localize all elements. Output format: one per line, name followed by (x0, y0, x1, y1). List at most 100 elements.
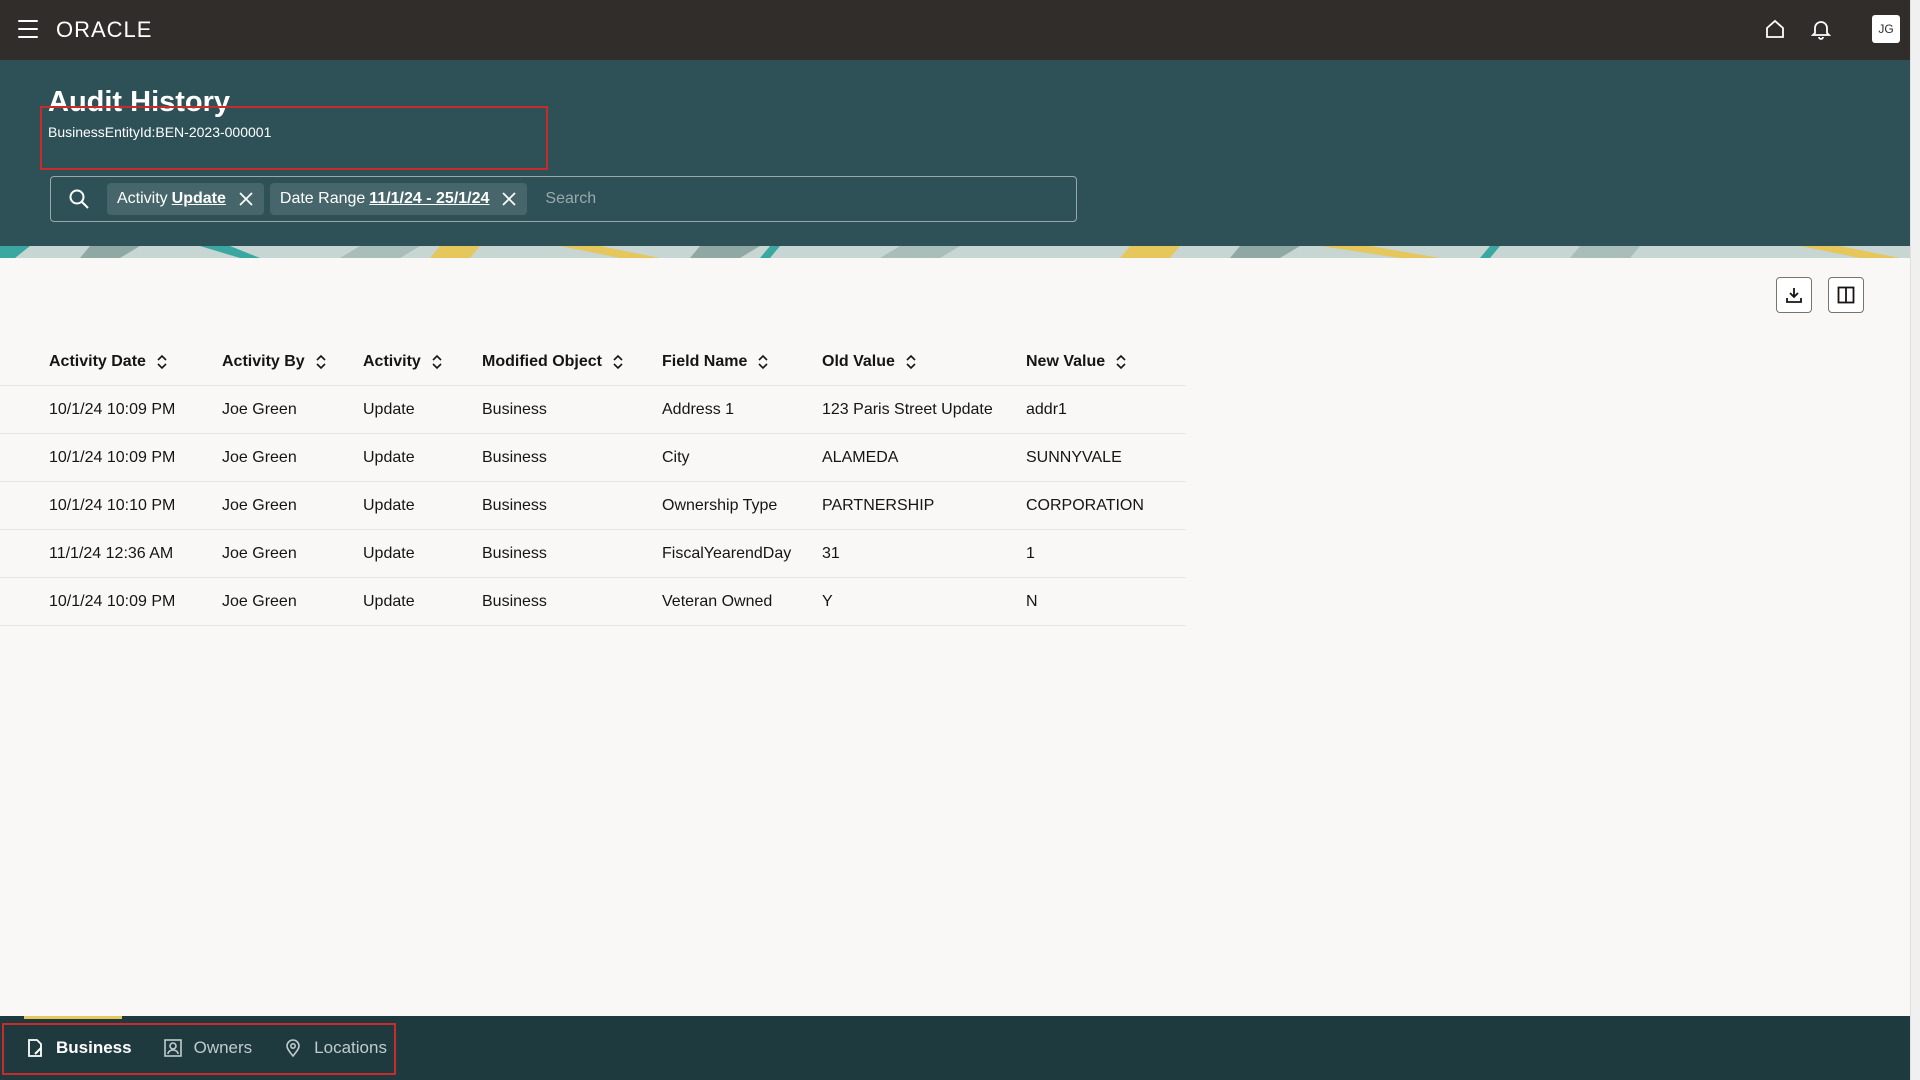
cell-new-value: N (1026, 592, 1038, 610)
oracle-logo[interactable]: ORACLE (56, 18, 152, 42)
menu-icon[interactable] (18, 20, 38, 38)
cell-activity: Update (363, 400, 415, 418)
cell-modified-object: Business (482, 448, 547, 466)
map-pin-icon (282, 1037, 304, 1059)
columns-icon (1837, 286, 1855, 304)
page-title: Audit History (48, 86, 231, 118)
column-header-activity-by[interactable]: Activity By (222, 353, 363, 371)
cell-activity-date: 10/1/24 10:09 PM (49, 448, 176, 466)
nav-item-label: Owners (193, 1038, 253, 1057)
cell-activity-by: Joe Green (222, 544, 297, 562)
nav-item-label: Business (56, 1038, 132, 1057)
audit-history-table: Activity Date Activity By Activity Modif… (0, 338, 1186, 626)
page-header: Audit History BusinessEntityId:BEN-2023-… (0, 60, 1910, 258)
cell-field-name: FiscalYearendDay (662, 544, 792, 562)
cell-activity: Update (363, 496, 415, 514)
cell-activity-by: Joe Green (222, 496, 297, 514)
sort-icon[interactable] (156, 354, 168, 370)
filter-chip-label: Date Range (279, 190, 366, 207)
download-icon (1786, 288, 1802, 303)
table-row[interactable]: 10/1/24 10:09 PM Joe Green Update Busine… (0, 434, 1186, 482)
notification-bell-icon[interactable] (1806, 14, 1836, 44)
cell-activity: Update (363, 592, 415, 610)
sort-icon[interactable] (431, 354, 443, 370)
table-row[interactable]: 11/1/24 12:36 AM Joe Green Update Busine… (0, 530, 1186, 578)
column-header-new-value[interactable]: New Value (1026, 353, 1186, 371)
cell-old-value: Y (822, 592, 833, 610)
filter-chip-value[interactable]: Update (172, 190, 226, 208)
active-tab-indicator (24, 1016, 122, 1019)
sort-icon[interactable] (315, 354, 327, 370)
cell-activity: Update (363, 544, 415, 562)
close-icon[interactable] (238, 191, 254, 207)
document-edit-icon (24, 1037, 46, 1059)
nav-item-business[interactable]: Business (24, 1030, 132, 1066)
column-layout-button[interactable] (1828, 277, 1864, 313)
cell-field-name: Veteran Owned (662, 592, 773, 610)
person-badge-icon (162, 1037, 184, 1059)
bottom-nav-items: Business Owners Locations (24, 1030, 387, 1066)
cell-field-name: Address 1 (662, 400, 735, 418)
top-bar: ORACLE JG (0, 0, 1910, 60)
cell-activity-date: 10/1/24 10:10 PM (49, 496, 176, 514)
nav-item-owners[interactable]: Owners (162, 1030, 253, 1066)
column-header-label: Old Value (822, 352, 895, 370)
page-subtitle: BusinessEntityId:BEN-2023-000001 (48, 124, 272, 140)
column-header-field-name[interactable]: Field Name (662, 353, 822, 371)
download-button[interactable] (1776, 277, 1812, 313)
cell-activity-by: Joe Green (222, 592, 297, 610)
cell-field-name: Ownership Type (662, 496, 778, 514)
column-header-modified-object[interactable]: Modified Object (482, 353, 662, 371)
nav-item-locations[interactable]: Locations (282, 1030, 387, 1066)
table-row[interactable]: 10/1/24 10:09 PM Joe Green Update Busine… (0, 386, 1186, 434)
table-row[interactable]: 10/1/24 10:10 PM Joe Green Update Busine… (0, 482, 1186, 530)
cell-new-value: 1 (1026, 544, 1035, 562)
cell-modified-object: Business (482, 592, 547, 610)
filter-chip-label: Activity (117, 190, 168, 207)
decorative-pattern (0, 246, 1910, 258)
table-header-row: Activity Date Activity By Activity Modif… (0, 338, 1186, 386)
cell-activity: Update (363, 448, 415, 466)
sort-icon[interactable] (612, 354, 624, 370)
user-avatar[interactable]: JG (1872, 15, 1900, 43)
cell-modified-object: Business (482, 496, 547, 514)
column-header-activity[interactable]: Activity (363, 353, 482, 371)
filter-search-bar[interactable]: Activity Update Date Range 11/1/24 - 25/… (50, 176, 1077, 222)
page-scrollbar[interactable] (1910, 0, 1920, 1080)
sort-icon[interactable] (905, 354, 917, 370)
search-icon (67, 187, 91, 211)
cell-old-value: 31 (822, 544, 840, 562)
cell-new-value: SUNNYVALE (1026, 448, 1122, 466)
sort-icon[interactable] (757, 354, 769, 370)
column-header-label: Field Name (662, 352, 748, 370)
column-header-label: Modified Object (482, 352, 602, 370)
cell-activity-date: 11/1/24 12:36 AM (49, 544, 174, 562)
cell-new-value: addr1 (1026, 400, 1067, 418)
home-icon[interactable] (1760, 14, 1790, 44)
column-header-activity-date[interactable]: Activity Date (0, 353, 222, 371)
cell-modified-object: Business (482, 544, 547, 562)
cell-field-name: City (662, 448, 690, 466)
filter-chip-date-range[interactable]: Date Range 11/1/24 - 25/1/24 (269, 183, 528, 215)
cell-old-value: ALAMEDA (822, 448, 899, 466)
close-icon[interactable] (501, 191, 517, 207)
filter-chip-value[interactable]: 11/1/24 - 25/1/24 (369, 190, 489, 208)
column-header-old-value[interactable]: Old Value (822, 353, 1026, 371)
column-header-label: New Value (1026, 352, 1106, 370)
cell-activity-by: Joe Green (222, 400, 297, 418)
column-header-label: Activity (363, 352, 421, 370)
column-header-label: Activity By (222, 352, 305, 370)
cell-activity-date: 10/1/24 10:09 PM (49, 592, 176, 610)
filter-chip-activity[interactable]: Activity Update (107, 183, 264, 215)
sort-icon[interactable] (1115, 354, 1127, 370)
top-actions: JG (1760, 14, 1900, 44)
search-input[interactable] (533, 179, 1076, 219)
cell-new-value: CORPORATION (1026, 496, 1144, 514)
cell-old-value: PARTNERSHIP (822, 496, 935, 514)
cell-activity-by: Joe Green (222, 448, 297, 466)
cell-old-value: 123 Paris Street Update (822, 400, 993, 418)
cell-activity-date: 10/1/24 10:09 PM (49, 400, 176, 418)
column-header-label: Activity Date (49, 352, 146, 370)
cell-modified-object: Business (482, 400, 547, 418)
table-row[interactable]: 10/1/24 10:09 PM Joe Green Update Busine… (0, 578, 1186, 626)
